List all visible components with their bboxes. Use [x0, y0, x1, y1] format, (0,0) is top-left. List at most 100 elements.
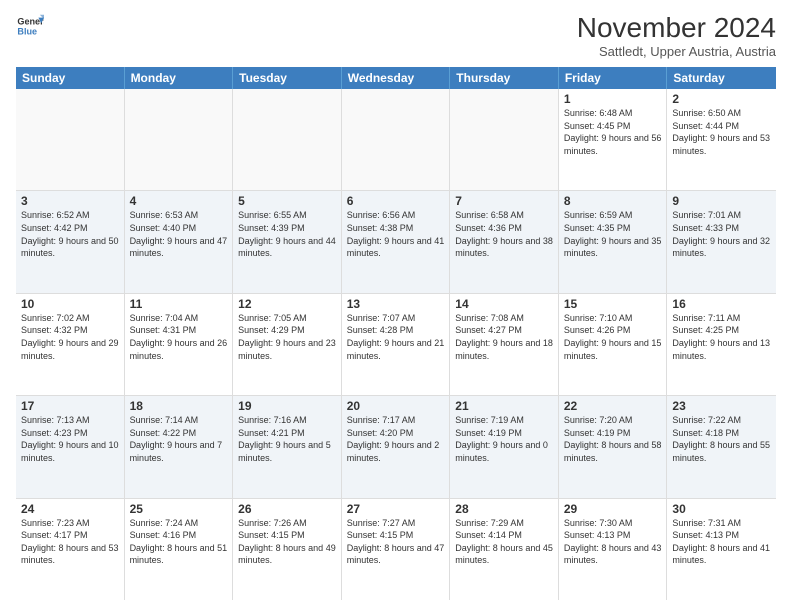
- day-info: Sunrise: 7:31 AMSunset: 4:13 PMDaylight:…: [672, 517, 771, 567]
- day-info: Sunrise: 7:26 AMSunset: 4:15 PMDaylight:…: [238, 517, 336, 567]
- day-5: 5Sunrise: 6:55 AMSunset: 4:39 PMDaylight…: [233, 191, 342, 292]
- day-24: 24Sunrise: 7:23 AMSunset: 4:17 PMDayligh…: [16, 499, 125, 600]
- day-info: Sunrise: 7:11 AMSunset: 4:25 PMDaylight:…: [672, 312, 771, 362]
- day-6: 6Sunrise: 6:56 AMSunset: 4:38 PMDaylight…: [342, 191, 451, 292]
- day-number: 1: [564, 92, 662, 106]
- day-info: Sunrise: 7:02 AMSunset: 4:32 PMDaylight:…: [21, 312, 119, 362]
- day-info: Sunrise: 7:04 AMSunset: 4:31 PMDaylight:…: [130, 312, 228, 362]
- day-16: 16Sunrise: 7:11 AMSunset: 4:25 PMDayligh…: [667, 294, 776, 395]
- day-17: 17Sunrise: 7:13 AMSunset: 4:23 PMDayligh…: [16, 396, 125, 497]
- day-info: Sunrise: 7:19 AMSunset: 4:19 PMDaylight:…: [455, 414, 553, 464]
- day-30: 30Sunrise: 7:31 AMSunset: 4:13 PMDayligh…: [667, 499, 776, 600]
- day-number: 27: [347, 502, 445, 516]
- day-number: 9: [672, 194, 771, 208]
- header-friday: Friday: [559, 67, 668, 89]
- day-number: 2: [672, 92, 771, 106]
- week-row-2: 3Sunrise: 6:52 AMSunset: 4:42 PMDaylight…: [16, 191, 776, 293]
- day-number: 14: [455, 297, 553, 311]
- week-row-5: 24Sunrise: 7:23 AMSunset: 4:17 PMDayligh…: [16, 499, 776, 600]
- day-28: 28Sunrise: 7:29 AMSunset: 4:14 PMDayligh…: [450, 499, 559, 600]
- day-number: 19: [238, 399, 336, 413]
- week-row-3: 10Sunrise: 7:02 AMSunset: 4:32 PMDayligh…: [16, 294, 776, 396]
- day-number: 11: [130, 297, 228, 311]
- day-info: Sunrise: 7:17 AMSunset: 4:20 PMDaylight:…: [347, 414, 445, 464]
- header-sunday: Sunday: [16, 67, 125, 89]
- day-number: 10: [21, 297, 119, 311]
- day-info: Sunrise: 7:27 AMSunset: 4:15 PMDaylight:…: [347, 517, 445, 567]
- day-info: Sunrise: 6:55 AMSunset: 4:39 PMDaylight:…: [238, 209, 336, 259]
- header: General Blue November 2024 Sattledt, Upp…: [16, 12, 776, 59]
- day-number: 5: [238, 194, 336, 208]
- day-12: 12Sunrise: 7:05 AMSunset: 4:29 PMDayligh…: [233, 294, 342, 395]
- day-2: 2Sunrise: 6:50 AMSunset: 4:44 PMDaylight…: [667, 89, 776, 190]
- day-info: Sunrise: 7:10 AMSunset: 4:26 PMDaylight:…: [564, 312, 662, 362]
- day-number: 3: [21, 194, 119, 208]
- day-info: Sunrise: 7:05 AMSunset: 4:29 PMDaylight:…: [238, 312, 336, 362]
- day-27: 27Sunrise: 7:27 AMSunset: 4:15 PMDayligh…: [342, 499, 451, 600]
- header-monday: Monday: [125, 67, 234, 89]
- logo: General Blue: [16, 12, 44, 40]
- day-number: 23: [672, 399, 771, 413]
- day-7: 7Sunrise: 6:58 AMSunset: 4:36 PMDaylight…: [450, 191, 559, 292]
- day-info: Sunrise: 6:48 AMSunset: 4:45 PMDaylight:…: [564, 107, 662, 157]
- day-number: 12: [238, 297, 336, 311]
- day-number: 30: [672, 502, 771, 516]
- day-14: 14Sunrise: 7:08 AMSunset: 4:27 PMDayligh…: [450, 294, 559, 395]
- day-number: 20: [347, 399, 445, 413]
- day-number: 18: [130, 399, 228, 413]
- day-info: Sunrise: 6:52 AMSunset: 4:42 PMDaylight:…: [21, 209, 119, 259]
- day-info: Sunrise: 7:20 AMSunset: 4:19 PMDaylight:…: [564, 414, 662, 464]
- day-info: Sunrise: 7:16 AMSunset: 4:21 PMDaylight:…: [238, 414, 336, 464]
- calendar: Sunday Monday Tuesday Wednesday Thursday…: [16, 67, 776, 600]
- day-info: Sunrise: 7:08 AMSunset: 4:27 PMDaylight:…: [455, 312, 553, 362]
- day-4: 4Sunrise: 6:53 AMSunset: 4:40 PMDaylight…: [125, 191, 234, 292]
- calendar-body: 1Sunrise: 6:48 AMSunset: 4:45 PMDaylight…: [16, 89, 776, 600]
- day-number: 15: [564, 297, 662, 311]
- day-info: Sunrise: 7:29 AMSunset: 4:14 PMDaylight:…: [455, 517, 553, 567]
- page: General Blue November 2024 Sattledt, Upp…: [0, 0, 792, 612]
- day-number: 13: [347, 297, 445, 311]
- day-3: 3Sunrise: 6:52 AMSunset: 4:42 PMDaylight…: [16, 191, 125, 292]
- day-10: 10Sunrise: 7:02 AMSunset: 4:32 PMDayligh…: [16, 294, 125, 395]
- day-number: 29: [564, 502, 662, 516]
- day-number: 6: [347, 194, 445, 208]
- day-20: 20Sunrise: 7:17 AMSunset: 4:20 PMDayligh…: [342, 396, 451, 497]
- day-18: 18Sunrise: 7:14 AMSunset: 4:22 PMDayligh…: [125, 396, 234, 497]
- day-info: Sunrise: 7:22 AMSunset: 4:18 PMDaylight:…: [672, 414, 771, 464]
- day-info: Sunrise: 6:56 AMSunset: 4:38 PMDaylight:…: [347, 209, 445, 259]
- day-number: 28: [455, 502, 553, 516]
- title-block: November 2024 Sattledt, Upper Austria, A…: [577, 12, 776, 59]
- day-number: 4: [130, 194, 228, 208]
- day-8: 8Sunrise: 6:59 AMSunset: 4:35 PMDaylight…: [559, 191, 668, 292]
- day-9: 9Sunrise: 7:01 AMSunset: 4:33 PMDaylight…: [667, 191, 776, 292]
- day-number: 25: [130, 502, 228, 516]
- empty-cell: [342, 89, 451, 190]
- day-number: 22: [564, 399, 662, 413]
- day-number: 17: [21, 399, 119, 413]
- month-title: November 2024: [577, 12, 776, 44]
- empty-cell: [233, 89, 342, 190]
- calendar-header: Sunday Monday Tuesday Wednesday Thursday…: [16, 67, 776, 89]
- day-info: Sunrise: 6:58 AMSunset: 4:36 PMDaylight:…: [455, 209, 553, 259]
- day-29: 29Sunrise: 7:30 AMSunset: 4:13 PMDayligh…: [559, 499, 668, 600]
- day-info: Sunrise: 6:53 AMSunset: 4:40 PMDaylight:…: [130, 209, 228, 259]
- header-thursday: Thursday: [450, 67, 559, 89]
- day-number: 21: [455, 399, 553, 413]
- day-22: 22Sunrise: 7:20 AMSunset: 4:19 PMDayligh…: [559, 396, 668, 497]
- day-number: 24: [21, 502, 119, 516]
- header-saturday: Saturday: [667, 67, 776, 89]
- header-tuesday: Tuesday: [233, 67, 342, 89]
- day-info: Sunrise: 7:24 AMSunset: 4:16 PMDaylight:…: [130, 517, 228, 567]
- location: Sattledt, Upper Austria, Austria: [577, 44, 776, 59]
- day-info: Sunrise: 7:23 AMSunset: 4:17 PMDaylight:…: [21, 517, 119, 567]
- day-25: 25Sunrise: 7:24 AMSunset: 4:16 PMDayligh…: [125, 499, 234, 600]
- day-13: 13Sunrise: 7:07 AMSunset: 4:28 PMDayligh…: [342, 294, 451, 395]
- day-number: 26: [238, 502, 336, 516]
- week-row-4: 17Sunrise: 7:13 AMSunset: 4:23 PMDayligh…: [16, 396, 776, 498]
- day-26: 26Sunrise: 7:26 AMSunset: 4:15 PMDayligh…: [233, 499, 342, 600]
- header-wednesday: Wednesday: [342, 67, 451, 89]
- day-21: 21Sunrise: 7:19 AMSunset: 4:19 PMDayligh…: [450, 396, 559, 497]
- day-info: Sunrise: 7:14 AMSunset: 4:22 PMDaylight:…: [130, 414, 228, 464]
- empty-cell: [450, 89, 559, 190]
- day-info: Sunrise: 6:59 AMSunset: 4:35 PMDaylight:…: [564, 209, 662, 259]
